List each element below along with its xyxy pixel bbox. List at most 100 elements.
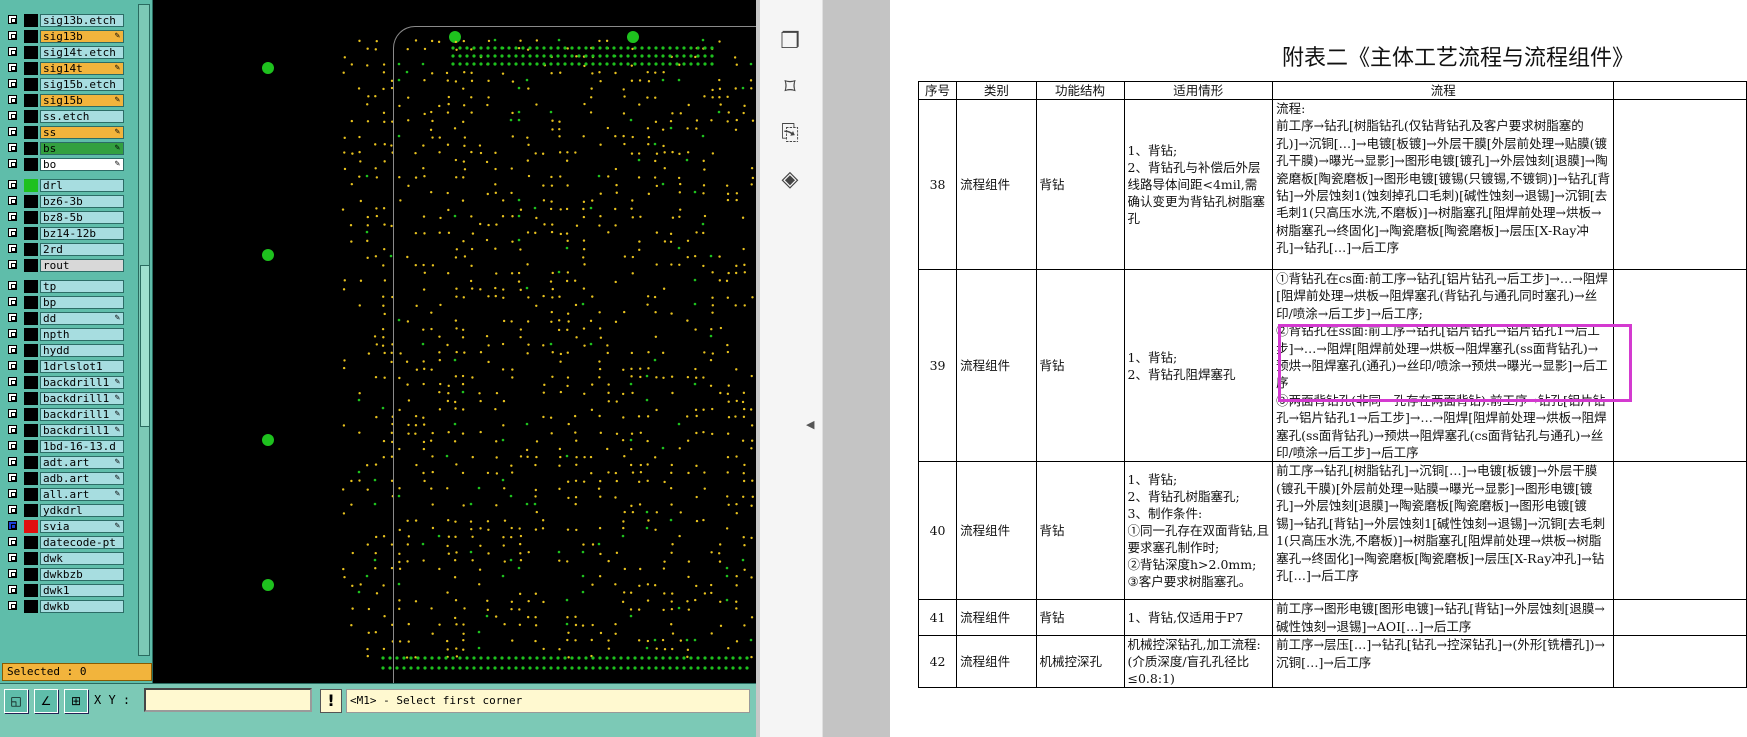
- layer-color-swatch[interactable]: [24, 536, 38, 549]
- layer-color-swatch[interactable]: [24, 296, 38, 309]
- layer-name[interactable]: dwk1: [40, 584, 124, 597]
- layer-row[interactable]: bz6-3b: [2, 193, 126, 209]
- layer-row[interactable]: 2rd: [2, 241, 126, 257]
- layer-name[interactable]: bz6-3b: [40, 195, 124, 208]
- layer-color-swatch[interactable]: [24, 14, 38, 27]
- edit-pen-icon[interactable]: ✎: [115, 457, 120, 468]
- layer-row[interactable]: npth: [2, 326, 126, 342]
- layer-color-swatch[interactable]: [24, 568, 38, 581]
- layer-name[interactable]: dwkb: [40, 600, 124, 613]
- layer-name[interactable]: 1bd-16-13.d: [40, 440, 124, 453]
- layer-row[interactable]: sig15b ✎: [2, 92, 126, 108]
- layer-color-swatch[interactable]: [24, 440, 38, 453]
- layer-row[interactable]: dwkbzb: [2, 566, 126, 582]
- layer-color-swatch[interactable]: [24, 126, 38, 139]
- layer-color-swatch[interactable]: [24, 456, 38, 469]
- layer-visibility-checkbox[interactable]: [8, 79, 17, 88]
- layer-name[interactable]: drl: [40, 179, 124, 192]
- measure-icon[interactable]: ∠: [34, 689, 58, 713]
- layer-name[interactable]: adb.art ✎: [40, 472, 124, 485]
- layer-visibility-checkbox[interactable]: [8, 159, 17, 168]
- layer-row[interactable]: backdrill1 ✎: [2, 422, 126, 438]
- layer-name[interactable]: 2rd: [40, 243, 124, 256]
- layer-color-swatch[interactable]: [24, 424, 38, 437]
- layer-visibility-checkbox[interactable]: [8, 212, 17, 221]
- attachment-icon[interactable]: ⎘: [774, 118, 806, 150]
- layer-name[interactable]: ss.etch: [40, 110, 124, 123]
- layer-visibility-checkbox[interactable]: [8, 361, 17, 370]
- layer-visibility-checkbox[interactable]: [8, 473, 17, 482]
- layer-visibility-checkbox[interactable]: [8, 521, 17, 530]
- layer-color-swatch[interactable]: [24, 504, 38, 517]
- layer-name[interactable]: bp: [40, 296, 124, 309]
- layer-row[interactable]: dwkb: [2, 598, 126, 614]
- layer-row[interactable]: bz8-5b: [2, 209, 126, 225]
- layer-name[interactable]: sig13b.etch: [40, 14, 124, 27]
- layer-visibility-checkbox[interactable]: [8, 329, 17, 338]
- layer-visibility-checkbox[interactable]: [8, 569, 17, 578]
- layer-visibility-checkbox[interactable]: [8, 127, 17, 136]
- layer-color-swatch[interactable]: [24, 520, 38, 533]
- layer-color-swatch[interactable]: [24, 94, 38, 107]
- layer-row[interactable]: svia ✎: [2, 518, 126, 534]
- layer-color-swatch[interactable]: [24, 552, 38, 565]
- layer-color-swatch[interactable]: [24, 30, 38, 43]
- layer-visibility-checkbox[interactable]: [8, 228, 17, 237]
- layer-row[interactable]: dwk1: [2, 582, 126, 598]
- layer-color-swatch[interactable]: [24, 179, 38, 192]
- layer-visibility-checkbox[interactable]: [8, 31, 17, 40]
- layer-name[interactable]: dwk: [40, 552, 124, 565]
- layer-color-swatch[interactable]: [24, 243, 38, 256]
- layer-visibility-checkbox[interactable]: [8, 537, 17, 546]
- layer-name[interactable]: dwkbzb: [40, 568, 124, 581]
- layer-name[interactable]: adt.art ✎: [40, 456, 124, 469]
- execute-button[interactable]: !: [320, 689, 342, 713]
- layer-row[interactable]: backdrill1 ✎: [2, 374, 126, 390]
- layer-row[interactable]: hydd: [2, 342, 126, 358]
- layer-visibility-checkbox[interactable]: [8, 15, 17, 24]
- layer-name[interactable]: sig14t.etch: [40, 46, 124, 59]
- layer-name[interactable]: ss ✎: [40, 126, 124, 139]
- layer-name[interactable]: sig15b.etch: [40, 78, 124, 91]
- edit-pen-icon[interactable]: ✎: [115, 521, 120, 532]
- layer-visibility-checkbox[interactable]: [8, 297, 17, 306]
- layer-row[interactable]: sig15b.etch: [2, 76, 126, 92]
- layer-name[interactable]: backdrill1 ✎: [40, 408, 124, 421]
- layer-row[interactable]: adb.art ✎: [2, 470, 126, 486]
- layer-visibility-checkbox[interactable]: [8, 180, 17, 189]
- layer-name[interactable]: dd ✎: [40, 312, 124, 325]
- layer-name[interactable]: tp: [40, 280, 124, 293]
- layer-name[interactable]: ydkdrl: [40, 504, 124, 517]
- layer-visibility-checkbox[interactable]: [8, 281, 17, 290]
- layer-color-swatch[interactable]: [24, 360, 38, 373]
- layer-color-swatch[interactable]: [24, 600, 38, 613]
- layer-row[interactable]: ss.etch: [2, 108, 126, 124]
- layer-color-swatch[interactable]: [24, 488, 38, 501]
- layer-name[interactable]: backdrill1 ✎: [40, 376, 124, 389]
- edit-pen-icon[interactable]: ✎: [115, 63, 120, 74]
- layer-visibility-checkbox[interactable]: [8, 260, 17, 269]
- layer-row[interactable]: sig13b.etch: [2, 12, 126, 28]
- layer-row[interactable]: sig14t.etch: [2, 44, 126, 60]
- layer-name[interactable]: bz8-5b: [40, 211, 124, 224]
- layer-color-swatch[interactable]: [24, 280, 38, 293]
- layer-color-swatch[interactable]: [24, 392, 38, 405]
- layer-visibility-checkbox[interactable]: [8, 47, 17, 56]
- layer-color-swatch[interactable]: [24, 344, 38, 357]
- layer-name[interactable]: hydd: [40, 344, 124, 357]
- layer-visibility-checkbox[interactable]: [8, 441, 17, 450]
- layer-color-swatch[interactable]: [24, 227, 38, 240]
- layer-name[interactable]: bz14-12b: [40, 227, 124, 240]
- edit-pen-icon[interactable]: ✎: [115, 95, 120, 106]
- layer-row[interactable]: adt.art ✎: [2, 454, 126, 470]
- edit-pen-icon[interactable]: ✎: [115, 393, 120, 404]
- layer-row[interactable]: bo ✎: [2, 156, 126, 172]
- edit-pen-icon[interactable]: ✎: [115, 425, 120, 436]
- layer-color-swatch[interactable]: [24, 472, 38, 485]
- layer-row[interactable]: bs ✎: [2, 140, 126, 156]
- layer-visibility-checkbox[interactable]: [8, 489, 17, 498]
- layer-visibility-checkbox[interactable]: [8, 196, 17, 205]
- layer-row[interactable]: backdrill1 ✎: [2, 406, 126, 422]
- layer-name[interactable]: bs ✎: [40, 142, 124, 155]
- layers-icon[interactable]: ◈: [774, 164, 806, 196]
